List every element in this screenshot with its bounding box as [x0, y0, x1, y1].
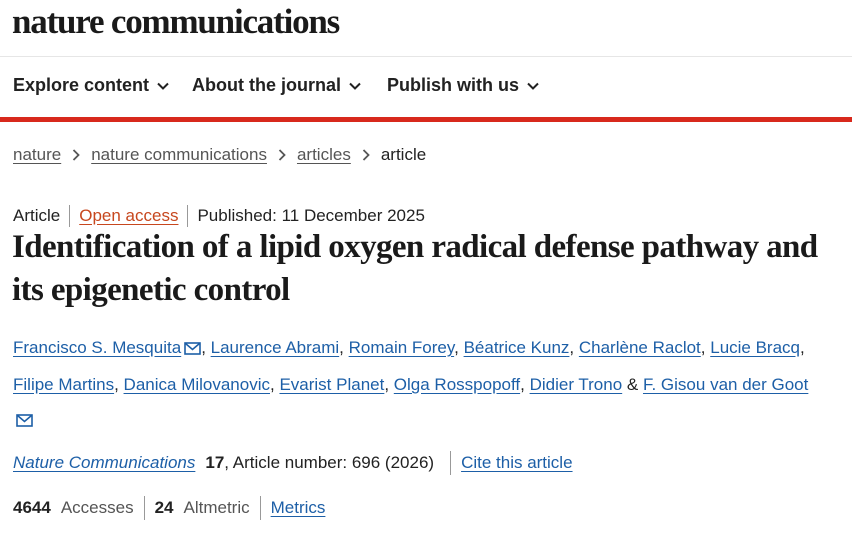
author-link[interactable]: Evarist Planet [279, 375, 384, 394]
author-separator: , [700, 338, 711, 357]
author-link[interactable]: Filipe Martins [13, 375, 114, 394]
author-link[interactable]: Béatrice Kunz [464, 338, 570, 357]
article-meta: Article Open access Published: 11 Decemb… [13, 205, 425, 227]
author-list: Francisco S. Mesquita, Laurence Abrami, … [13, 330, 843, 439]
author-link[interactable]: F. Gisou van der Goot [643, 375, 808, 394]
masthead: nature communications [0, 0, 852, 57]
author-separator: , [114, 375, 124, 394]
article-type: Article [13, 206, 61, 225]
chevron-down-icon [157, 82, 169, 90]
nav-about-journal[interactable]: About the journal [192, 75, 361, 96]
metrics-row: 4644 Accesses 24 Altmetric Metrics [13, 496, 325, 520]
author-separator: , [454, 338, 464, 357]
divider [259, 496, 261, 520]
chevron-right-icon [72, 149, 80, 161]
metrics-link[interactable]: Metrics [271, 498, 326, 518]
author-joiner: & [622, 375, 643, 394]
chevron-down-icon [349, 82, 361, 90]
divider [187, 205, 189, 227]
author-link[interactable]: Didier Trono [530, 375, 623, 394]
accesses-count: 4644 [13, 498, 51, 517]
author-separator: , [384, 375, 394, 394]
mail-icon[interactable] [16, 404, 33, 439]
breadcrumb-link-nature[interactable]: nature [13, 145, 61, 165]
altmetric-label: Altmetric [183, 498, 250, 517]
mail-icon[interactable] [184, 332, 201, 367]
breadcrumb-link-articles[interactable]: articles [297, 145, 351, 165]
nav-publish-with-us[interactable]: Publish with us [387, 75, 539, 96]
nav-item-label: About the journal [192, 75, 341, 95]
citation-row: Nature Communications 17 , Article numbe… [13, 451, 573, 475]
article-number: , Article number: 696 (2026) [224, 453, 435, 472]
breadcrumb-current: article [380, 145, 427, 164]
chevron-right-icon [278, 149, 286, 161]
divider [143, 496, 145, 520]
author-separator: , [339, 338, 349, 357]
journal-link[interactable]: Nature Communications [13, 453, 195, 473]
accesses-label: Accesses [60, 498, 134, 517]
nav-accent-bar [0, 117, 852, 122]
author-link[interactable]: Laurence Abrami [211, 338, 340, 357]
author-separator: , [800, 338, 805, 357]
author-separator: , [569, 338, 579, 357]
nav-item-label: Explore content [13, 75, 150, 95]
nav-explore-content[interactable]: Explore content [13, 75, 169, 96]
chevron-down-icon [527, 82, 539, 90]
divider [450, 451, 452, 475]
open-access-link[interactable]: Open access [79, 206, 178, 226]
author-separator: , [520, 375, 530, 394]
author-link[interactable]: Francisco S. Mesquita [13, 338, 181, 357]
altmetric-count: 24 [154, 498, 174, 517]
author-link[interactable]: Charlène Raclot [579, 338, 701, 357]
cite-this-article-link[interactable]: Cite this article [461, 453, 572, 473]
main-nav: Explore content About the journal Publis… [0, 57, 852, 117]
chevron-right-icon [362, 149, 370, 161]
author-link[interactable]: Romain Forey [349, 338, 455, 357]
divider [69, 205, 71, 227]
published-date: Published: 11 December 2025 [197, 206, 425, 225]
article-title: Identification of a lipid oxygen radical… [12, 229, 818, 308]
author-separator: , [201, 338, 211, 357]
author-link[interactable]: Danica Milovanovic [124, 375, 270, 394]
breadcrumb: nature nature communications articles ar… [13, 145, 426, 165]
nav-item-label: Publish with us [387, 75, 520, 95]
breadcrumb-link-nature-communications[interactable]: nature communications [91, 145, 267, 165]
volume-number: 17 [205, 453, 225, 472]
author-link[interactable]: Olga Rosspopoff [394, 375, 520, 394]
site-logo[interactable]: nature communications [12, 2, 340, 42]
author-link[interactable]: Lucie Bracq [710, 338, 800, 357]
